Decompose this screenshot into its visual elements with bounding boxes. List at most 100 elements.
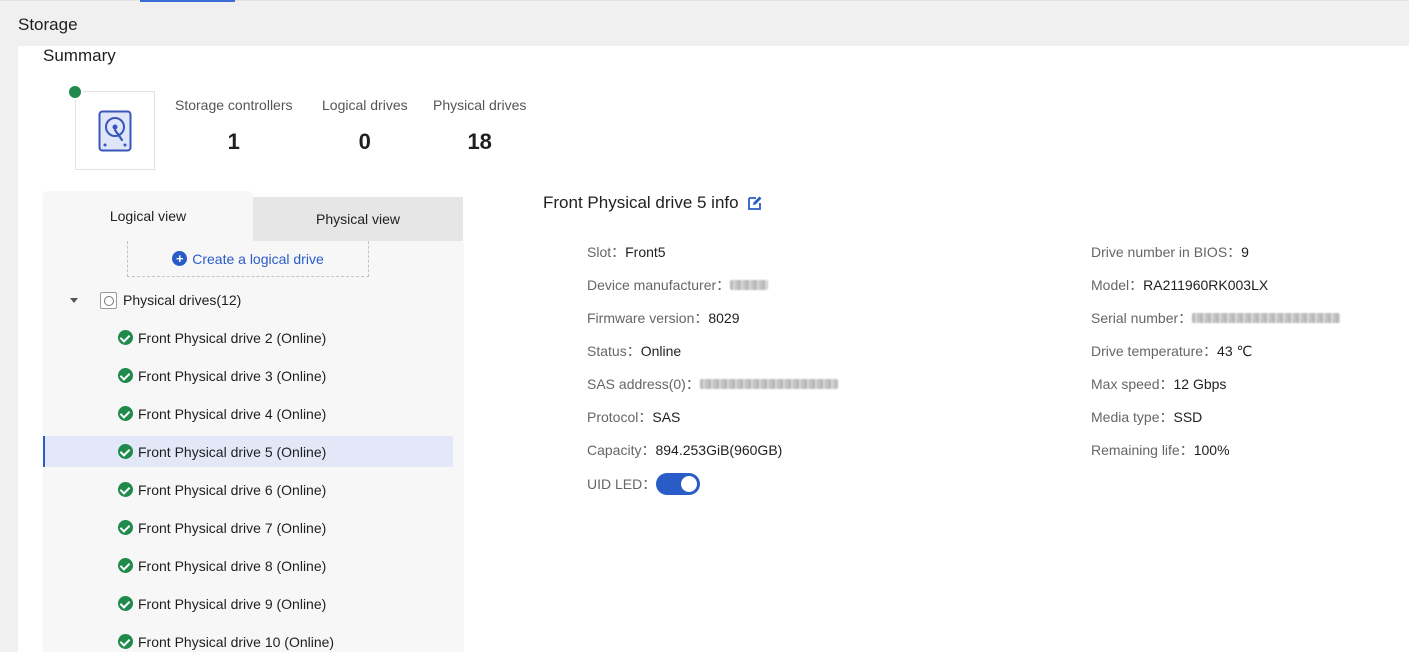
field-value: 100% xyxy=(1193,442,1230,458)
stat-logical-drives: Logical drives 0 xyxy=(322,97,408,155)
field-slot: Slot： Front5 xyxy=(587,242,666,262)
field-value: RA211960RK003LX xyxy=(1143,277,1269,293)
tree-item-label: Front Physical drive 6 (Online) xyxy=(138,481,327,498)
field-label: Remaining life： xyxy=(1091,442,1194,458)
tree-node-label: Physical drives(12) xyxy=(123,292,242,308)
tab-physical-view[interactable]: Physical view xyxy=(253,197,463,241)
tree-item-drive-6[interactable]: Front Physical drive 6 (Online) xyxy=(43,474,453,505)
field-label: UID LED： xyxy=(587,476,657,492)
field-uid-led: UID LED： xyxy=(587,473,701,495)
online-check-icon xyxy=(118,368,133,383)
create-logical-drive-label: Create a logical drive xyxy=(192,250,324,267)
tree-item-label: Front Physical drive 10 (Online) xyxy=(138,633,335,650)
tree-item-drive-7[interactable]: Front Physical drive 7 (Online) xyxy=(43,512,453,543)
field-label: Serial number： xyxy=(1091,310,1193,326)
stat-label: Storage controllers xyxy=(175,97,293,113)
disk-group-icon xyxy=(100,291,117,309)
redacted-value xyxy=(1192,313,1341,323)
field-device-manufacturer: Device manufacturer： xyxy=(587,275,769,295)
online-check-icon xyxy=(118,520,133,535)
tree-item-drive-10[interactable]: Front Physical drive 10 (Online) xyxy=(43,626,453,652)
online-check-icon xyxy=(118,330,133,345)
field-label: Slot： xyxy=(587,244,626,260)
stat-storage-controllers: Storage controllers 1 xyxy=(175,97,293,155)
field-value: 8029 xyxy=(708,310,740,326)
field-value: SAS xyxy=(652,409,681,425)
field-label: Firmware version： xyxy=(587,310,709,326)
tree-item-label: Front Physical drive 9 (Online) xyxy=(138,595,327,612)
storage-summary-icon-box xyxy=(75,91,155,170)
stat-label: Physical drives xyxy=(433,97,527,113)
online-check-icon xyxy=(118,558,133,573)
edit-icon[interactable] xyxy=(747,195,763,211)
online-check-icon xyxy=(118,596,133,611)
field-label: Device manufacturer： xyxy=(587,277,731,293)
redacted-value xyxy=(730,280,769,290)
hard-drive-icon xyxy=(98,110,132,152)
caret-down-icon[interactable] xyxy=(70,297,78,303)
stat-value: 18 xyxy=(467,129,492,154)
tree-item-drive-5[interactable]: Front Physical drive 5 (Online) xyxy=(43,436,453,467)
tree-item-drive-3[interactable]: Front Physical drive 3 (Online) xyxy=(43,360,453,391)
field-capacity: Capacity： 894.253GiB(960GB) xyxy=(587,440,782,460)
tree-node-physical-drives[interactable]: Physical drives(12) xyxy=(43,285,453,315)
field-firmware-version: Firmware version： 8029 xyxy=(587,308,740,328)
stat-value: 1 xyxy=(227,129,240,154)
online-check-icon xyxy=(118,634,133,649)
online-check-icon xyxy=(118,406,133,421)
field-value: 43 ℃ xyxy=(1217,342,1253,359)
field-drive-number-bios: Drive number in BIOS： 9 xyxy=(1091,242,1249,262)
field-sas-address: SAS address(0)： xyxy=(587,374,838,394)
top-bar: Storage xyxy=(0,0,1409,46)
tree-item-drive-8[interactable]: Front Physical drive 8 (Online) xyxy=(43,550,453,581)
field-label: Drive number in BIOS： xyxy=(1091,244,1242,260)
field-value: 894.253GiB(960GB) xyxy=(655,442,783,458)
field-label: Capacity： xyxy=(587,442,656,458)
uid-led-toggle[interactable] xyxy=(656,473,701,495)
field-label: Max speed： xyxy=(1091,376,1174,392)
summary-title: Summary xyxy=(43,46,116,65)
tab-logical-view[interactable]: Logical view xyxy=(43,191,253,241)
tree-item-label: Front Physical drive 2 (Online) xyxy=(138,329,327,346)
create-logical-drive-button[interactable]: + Create a logical drive xyxy=(127,241,369,277)
field-label: Protocol： xyxy=(587,409,653,425)
drive-info-title: Front Physical drive 5 info xyxy=(543,193,763,213)
tree-item-label: Front Physical drive 3 (Online) xyxy=(138,367,327,384)
field-status: Status： Online xyxy=(587,341,681,361)
field-label: Media type： xyxy=(1091,409,1174,425)
field-label: SAS address(0)： xyxy=(587,376,700,392)
field-value: 9 xyxy=(1241,244,1249,260)
tree-item-drive-4[interactable]: Front Physical drive 4 (Online) xyxy=(43,398,453,429)
field-max-speed: Max speed： 12 Gbps xyxy=(1091,374,1226,394)
tree-item-label: Front Physical drive 7 (Online) xyxy=(138,519,327,536)
online-check-icon xyxy=(118,482,133,497)
field-serial-number: Serial number： xyxy=(1091,308,1341,328)
stat-label: Logical drives xyxy=(322,97,408,113)
tree-item-label: Front Physical drive 4 (Online) xyxy=(138,405,327,422)
drive-tree: + Create a logical drive Physical drives… xyxy=(43,241,464,652)
plus-circle-icon: + xyxy=(172,251,188,266)
field-model: Model： RA211960RK003LX xyxy=(1091,275,1268,295)
field-protocol: Protocol： SAS xyxy=(587,407,680,427)
online-check-icon xyxy=(118,444,133,459)
field-label: Model： xyxy=(1091,277,1144,293)
stat-physical-drives: Physical drives 18 xyxy=(433,97,526,155)
page-title: Storage xyxy=(18,15,78,34)
storage-panel: Summary Storage controllers 1 Logical dr… xyxy=(18,46,1409,652)
field-media-type: Media type： SSD xyxy=(1091,407,1202,427)
tree-item-label: Front Physical drive 5 (Online) xyxy=(138,443,327,460)
active-nav-indicator xyxy=(140,0,235,2)
field-label: Status： xyxy=(587,343,641,359)
tree-item-drive-2[interactable]: Front Physical drive 2 (Online) xyxy=(43,322,453,353)
field-value: Front5 xyxy=(625,244,666,260)
drive-info-title-text: Front Physical drive 5 info xyxy=(543,193,739,212)
toggle-knob xyxy=(681,476,698,492)
field-drive-temperature: Drive temperature： 43 ℃ xyxy=(1091,341,1252,361)
field-value: Online xyxy=(640,343,682,359)
field-label: Drive temperature： xyxy=(1091,343,1218,359)
health-status-dot xyxy=(67,84,83,100)
field-value: SSD xyxy=(1173,409,1203,425)
tree-item-drive-9[interactable]: Front Physical drive 9 (Online) xyxy=(43,588,453,619)
redacted-value xyxy=(699,379,838,389)
tree-item-label: Front Physical drive 8 (Online) xyxy=(138,557,327,574)
